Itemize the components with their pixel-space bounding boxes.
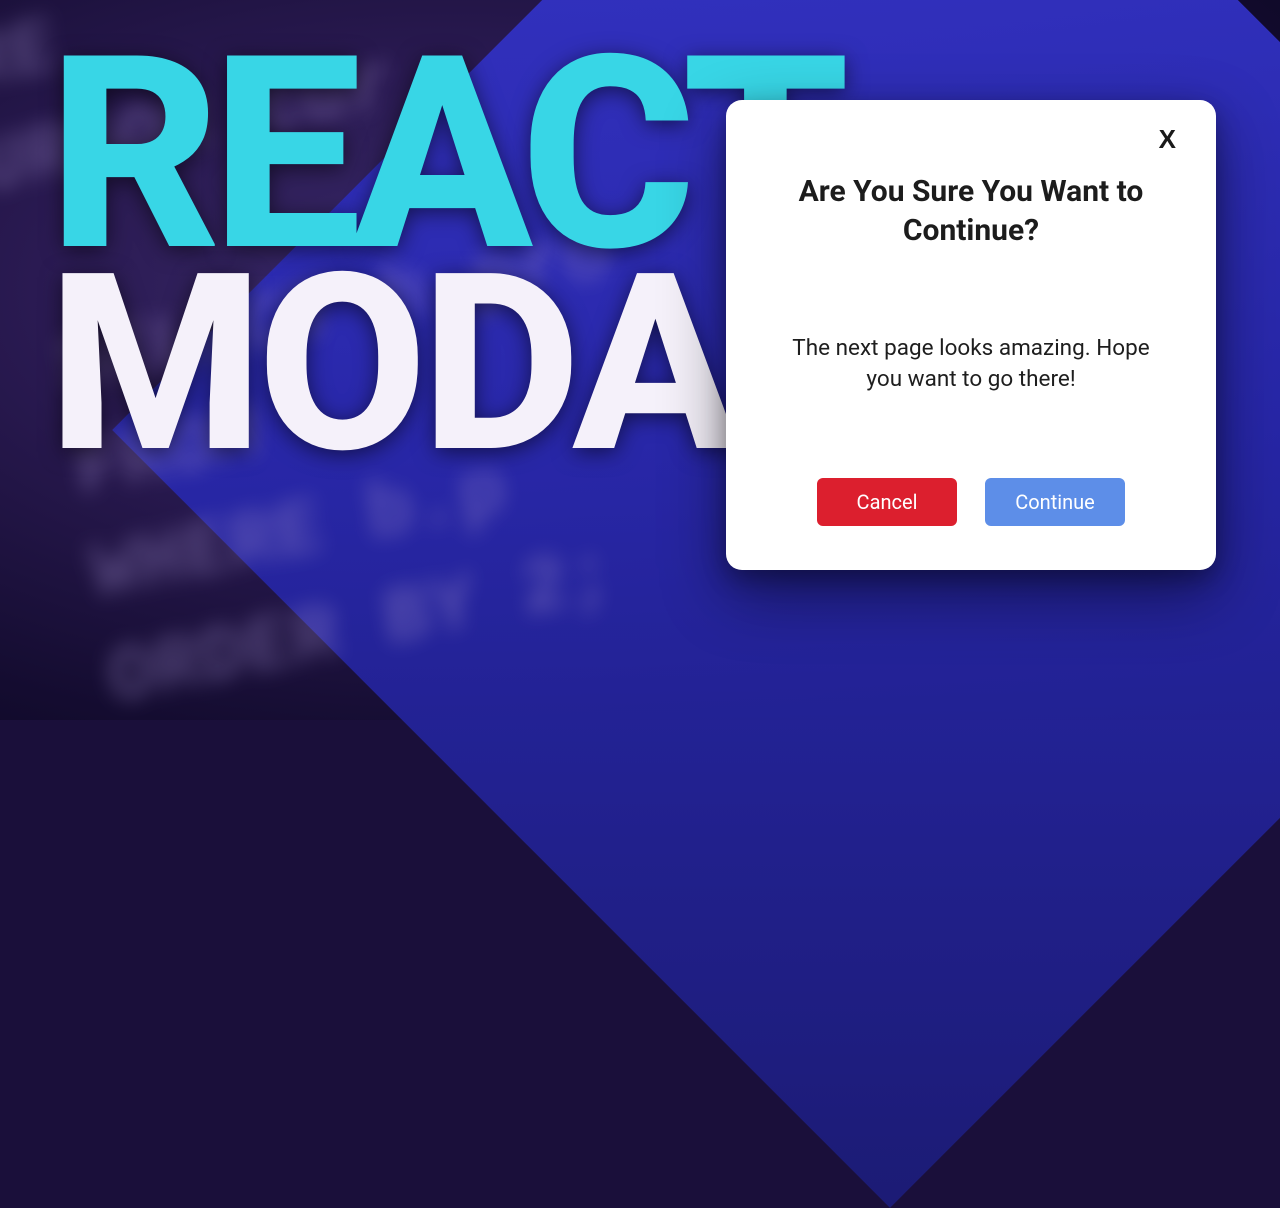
modal-body-text: The next page looks amazing. Hope you wa… [772,333,1170,396]
cancel-button[interactable]: Cancel [817,478,957,526]
modal-actions: Cancel Continue [762,478,1180,526]
continue-button[interactable]: Continue [985,478,1125,526]
close-button[interactable]: X [1155,124,1180,154]
modal-title: Are You Sure You Want to Continue? [762,172,1180,250]
confirm-modal: X Are You Sure You Want to Continue? The… [726,100,1216,570]
modal-body: The next page looks amazing. Hope you wa… [762,250,1180,478]
